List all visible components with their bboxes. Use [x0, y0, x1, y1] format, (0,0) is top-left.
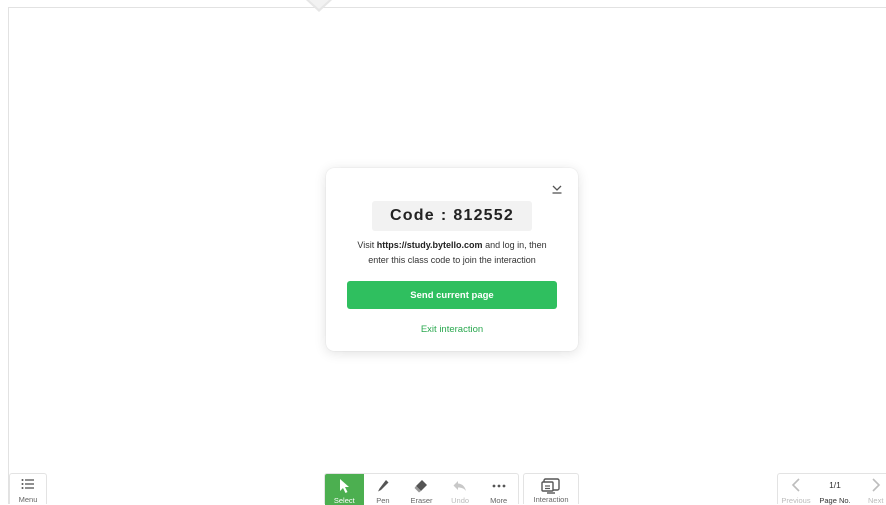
instruction-line2: enter this class code to join the intera… [368, 255, 536, 265]
interaction-screen-icon [541, 478, 560, 494]
instruction-prefix: Visit [357, 240, 377, 250]
eraser-icon [414, 480, 428, 493]
interaction-button[interactable]: Interaction [523, 473, 579, 504]
join-instructions: Visit https://study.bytello.com and log … [334, 238, 570, 268]
chevron-left-icon [791, 478, 800, 492]
send-current-page-button[interactable]: Send current page [347, 281, 557, 309]
tool-select[interactable]: Select [325, 474, 364, 505]
next-page-button[interactable]: Next [860, 474, 886, 505]
page-number-selector[interactable]: 1/1 Page No. [814, 474, 856, 505]
previous-page-button[interactable]: Previous [778, 474, 814, 505]
tool-pen[interactable]: Pen [364, 474, 403, 505]
tool-undo[interactable]: Undo [441, 474, 480, 505]
code-separator: : [440, 207, 448, 224]
code-label: Code [390, 207, 435, 224]
cursor-icon [340, 479, 350, 493]
tool-eraser[interactable]: Eraser [402, 474, 441, 505]
menu-button[interactable]: Menu [9, 473, 47, 504]
list-icon [21, 479, 34, 489]
class-code-display: Code : 812552 [372, 201, 532, 231]
interaction-label: Interaction [533, 495, 569, 504]
study-url: https://study.bytello.com [376, 240, 483, 250]
instruction-suffix: and log in, then [482, 240, 547, 250]
more-dots-icon [492, 484, 506, 488]
page-value: 1/1 [829, 480, 841, 490]
collapse-down-icon[interactable] [550, 182, 564, 196]
interaction-code-dialog: Code : 812552 Visit https://study.bytell… [326, 168, 578, 351]
menu-label: Menu [18, 495, 38, 504]
exit-interaction-link[interactable]: Exit interaction [326, 324, 578, 335]
code-value: 812552 [453, 207, 514, 224]
tool-more[interactable]: More [479, 474, 518, 505]
drawing-toolbar: Select Pen Eraser Undo More [324, 473, 519, 505]
pen-icon [377, 480, 389, 492]
undo-icon [453, 481, 467, 491]
page-navigator: Previous 1/1 Page No. Next [777, 473, 886, 505]
chevron-right-icon [872, 478, 881, 492]
top-panel-toggle-inner [309, 0, 329, 9]
